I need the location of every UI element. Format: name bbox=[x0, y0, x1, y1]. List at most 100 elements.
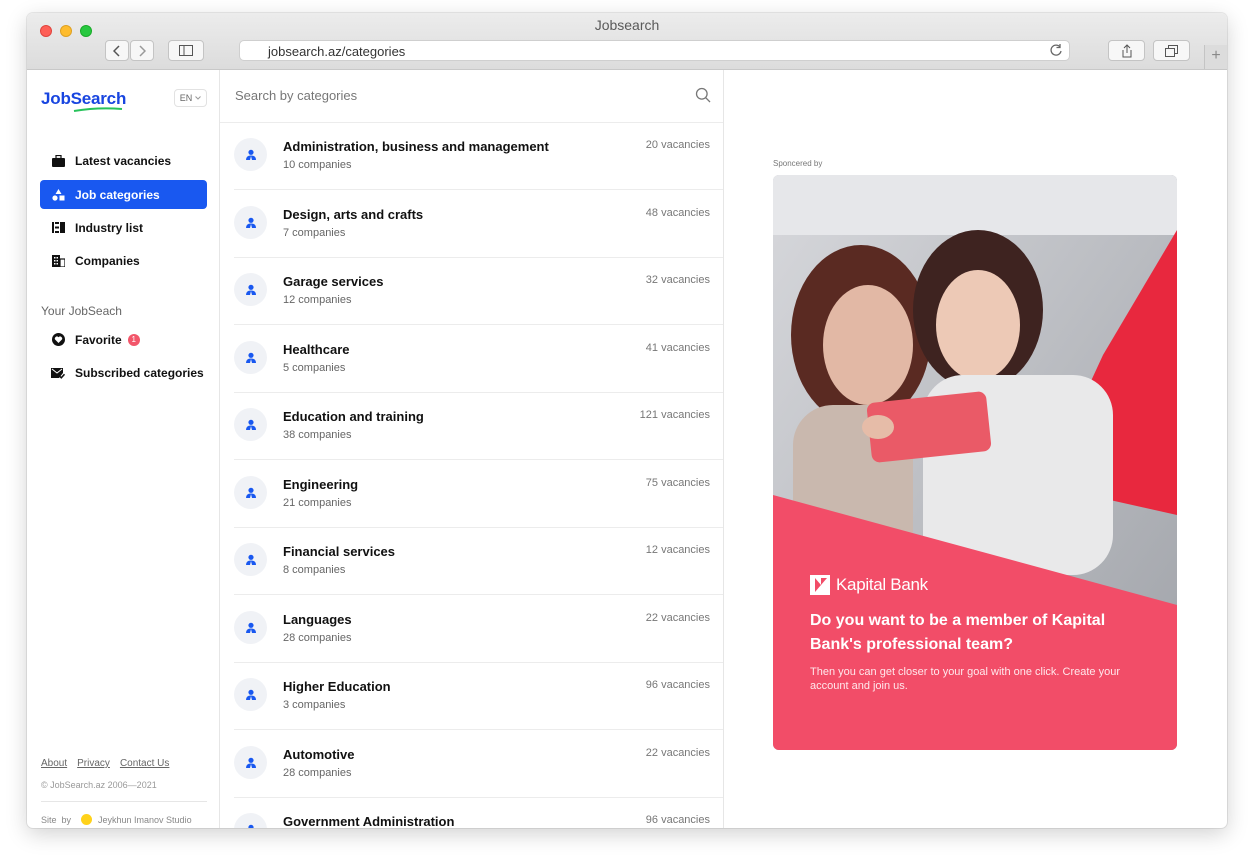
category-vacancies: 75 vacancies bbox=[645, 477, 710, 489]
category-row[interactable]: Automotive 28 companies 22 vacancies bbox=[234, 730, 723, 798]
category-name: Languages bbox=[283, 612, 352, 627]
share-button[interactable] bbox=[1108, 40, 1145, 61]
category-avatar bbox=[234, 543, 267, 576]
mail-check-icon bbox=[51, 366, 65, 380]
logo[interactable]: JobSearch bbox=[41, 89, 126, 109]
reload-icon[interactable] bbox=[1049, 43, 1063, 57]
nav-job-categories[interactable]: Job categories bbox=[40, 180, 207, 209]
ad-brand-name: Kapital Bank bbox=[836, 575, 928, 594]
nav-subscribed-categories[interactable]: Subscribed categories bbox=[40, 358, 207, 387]
nav-latest-vacancies[interactable]: Latest vacancies bbox=[40, 146, 207, 175]
category-row[interactable]: Financial services 8 companies 12 vacancie… bbox=[234, 527, 723, 595]
category-name: Engineering bbox=[283, 477, 359, 492]
category-companies: 3 companies bbox=[283, 699, 346, 711]
title-bar: Jobsearch jobsearch.az/categories + bbox=[27, 13, 1227, 70]
category-companies: 10 companies bbox=[283, 159, 352, 171]
category-name: Healthcare bbox=[283, 342, 350, 357]
category-row[interactable]: Higher Education 3 companies 96 vacancies bbox=[234, 662, 723, 730]
section-label: Your JobSeach bbox=[41, 304, 122, 318]
language-select[interactable]: EN bbox=[174, 89, 207, 107]
category-vacancies: 32 vacancies bbox=[645, 274, 710, 286]
studio-link[interactable]: Jeykhun Imanov Studio bbox=[98, 815, 192, 825]
category-row[interactable]: Government Administration 96 vacancies bbox=[234, 797, 723, 828]
nav-companies[interactable]: Companies bbox=[40, 246, 207, 275]
sidebar-toggle-button[interactable] bbox=[168, 40, 204, 61]
address-bar[interactable]: jobsearch.az/categories bbox=[239, 40, 1070, 61]
person-icon bbox=[245, 487, 256, 498]
logo-underline bbox=[73, 107, 123, 112]
search-input[interactable]: Search by categories bbox=[235, 88, 357, 103]
privacy-link[interactable]: Privacy bbox=[77, 758, 110, 769]
category-name: Financial services bbox=[283, 544, 396, 559]
category-vacancies: 22 vacancies bbox=[645, 612, 710, 624]
category-row[interactable]: Design, arts and crafts 7 companies 48 vac… bbox=[234, 190, 723, 258]
contact-link[interactable]: Contact Us bbox=[120, 758, 169, 769]
category-vacancies: 48 vacancies bbox=[645, 207, 710, 219]
ad-photo bbox=[773, 175, 1177, 750]
category-row[interactable]: Education and training 38 companies 121 va… bbox=[234, 392, 723, 460]
category-avatar bbox=[234, 138, 267, 171]
category-avatar bbox=[234, 476, 267, 509]
tabs-button[interactable] bbox=[1153, 40, 1190, 61]
window-title: Jobsearch bbox=[594, 17, 660, 33]
nav-label: Industry list bbox=[75, 220, 144, 235]
category-name: Education and training bbox=[283, 409, 424, 424]
category-avatar bbox=[234, 678, 267, 711]
ad-headline: Do you want to be a member of Kapital Ba… bbox=[810, 612, 1106, 653]
search-icon[interactable] bbox=[695, 87, 711, 103]
share-icon bbox=[1122, 43, 1131, 57]
copyright: © JobSearch.az 2006—2021 bbox=[41, 780, 157, 790]
person-icon bbox=[247, 824, 254, 828]
category-companies: 38 companies bbox=[283, 429, 352, 441]
site-by-label: Site by bbox=[41, 814, 72, 825]
category-vacancies: 121 vacancies bbox=[639, 409, 710, 421]
person-icon bbox=[245, 757, 256, 768]
person-icon bbox=[245, 554, 256, 565]
category-companies: 5 companies bbox=[283, 362, 346, 374]
browser-window: Jobsearch jobsearch.az/categories + JobS… bbox=[27, 13, 1227, 828]
category-name: Design, arts and crafts bbox=[283, 207, 424, 222]
category-vacancies: 12 vacancies bbox=[645, 544, 710, 556]
nav-label: Companies bbox=[75, 253, 140, 268]
sponsor-ad-card[interactable]: Kapital Bank Do you want to be a member … bbox=[773, 175, 1177, 750]
sponsored-label: Sponcered by bbox=[773, 159, 823, 168]
list-icon bbox=[51, 221, 65, 235]
category-companies: 8 companies bbox=[283, 564, 346, 576]
nav-favorite[interactable]: Favorite 1 bbox=[40, 325, 207, 354]
about-link[interactable]: About bbox=[41, 758, 67, 769]
back-button[interactable] bbox=[105, 40, 129, 61]
briefcase-icon bbox=[51, 154, 65, 168]
category-vacancies: 96 vacancies bbox=[645, 814, 710, 826]
chevron-down-icon bbox=[195, 96, 202, 100]
kapital-bank-logo-icon bbox=[810, 575, 830, 595]
search-bar[interactable]: Search by categories bbox=[220, 70, 723, 123]
heart-icon bbox=[51, 333, 65, 347]
category-vacancies: 96 vacancies bbox=[645, 679, 710, 691]
footer-divider bbox=[41, 801, 207, 802]
category-name: Garage services bbox=[283, 274, 384, 289]
category-avatar bbox=[234, 611, 267, 644]
ad-brand: Kapital Bank bbox=[810, 575, 928, 595]
category-row[interactable]: Healthcare 5 companies 41 vacancies bbox=[234, 325, 723, 393]
chevron-right-icon bbox=[139, 44, 146, 57]
new-tab-button[interactable]: + bbox=[1204, 45, 1227, 69]
category-name: Government Administration bbox=[283, 814, 455, 828]
nav-industry-list[interactable]: Industry list bbox=[40, 213, 207, 242]
language-value: EN bbox=[179, 93, 193, 103]
category-row[interactable]: Languages 28 companies 22 vacancies bbox=[234, 595, 723, 663]
person-icon bbox=[245, 217, 256, 228]
category-row[interactable]: Administration, business and management 1… bbox=[234, 122, 723, 190]
nav-label: Job categories bbox=[75, 187, 160, 202]
building-icon bbox=[51, 254, 65, 268]
footer-links: About Privacy Contact Us bbox=[41, 758, 169, 769]
category-avatar bbox=[234, 341, 267, 374]
forward-button[interactable] bbox=[130, 40, 154, 61]
category-vacancies: 20 vacancies bbox=[645, 139, 710, 151]
category-avatar bbox=[234, 408, 267, 441]
category-row[interactable]: Engineering 21 companies 75 vacancies bbox=[234, 460, 723, 528]
person-icon bbox=[245, 284, 256, 295]
nav-label: Subscribed categories bbox=[75, 365, 204, 380]
category-row[interactable]: Garage services 12 companies 32 vacancies bbox=[234, 257, 723, 325]
sidebar: JobSearch EN Latest vacancies Job catego… bbox=[27, 70, 220, 828]
category-vacancies: 41 vacancies bbox=[645, 342, 710, 354]
